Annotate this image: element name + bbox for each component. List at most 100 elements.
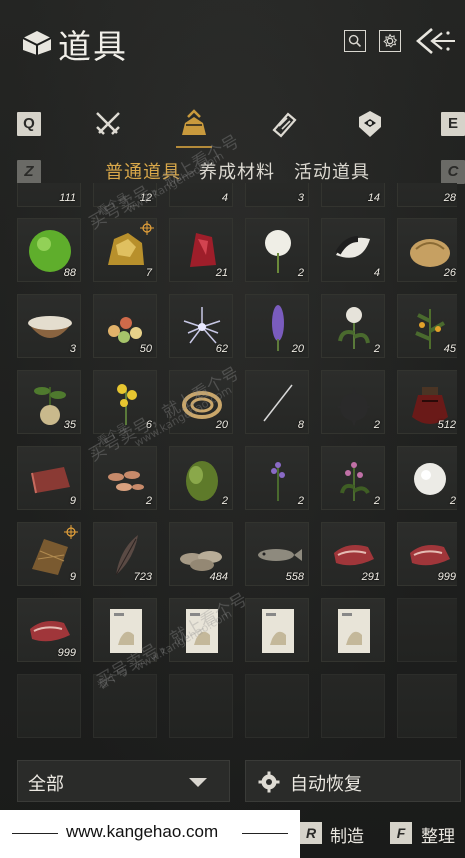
iron-ball-icon [336,387,372,427]
item-quantity: 3 [69,343,76,355]
inventory-slot[interactable] [169,598,233,662]
pink-herb-icon [340,462,370,501]
craft-key[interactable]: R [300,822,322,844]
inventory-slot[interactable]: 26 [397,218,457,282]
inventory-slot[interactable] [93,598,157,662]
settings-button[interactable] [379,30,401,52]
prev-subtab-key[interactable]: Z [17,160,41,184]
inventory-slot[interactable] [321,598,385,662]
inventory-slot[interactable]: 7 [93,218,157,282]
inventory-slot[interactable]: 2 [321,294,385,358]
tab-equipment[interactable] [92,108,124,140]
inventory-slot[interactable]: 45 [397,294,457,358]
subtab-common-items[interactable]: 普通道具 [105,158,181,184]
inventory-slot[interactable]: 4 [169,183,233,207]
item-quantity: 45 [443,343,456,355]
badge-icon [359,111,381,137]
inventory-slot[interactable]: 12 [93,183,157,207]
item-quantity: 558 [285,571,304,583]
gear-icon [258,771,280,793]
inventory-slot[interactable]: 9 [17,522,81,586]
inventory-slot[interactable]: 50 [93,294,157,358]
inventory-slot[interactable]: 14 [321,183,385,207]
inventory-slot[interactable]: 484 [169,522,233,586]
inventory-slot[interactable]: 723 [93,522,157,586]
inventory-slot[interactable] [169,674,233,738]
item-quantity: 484 [209,571,228,583]
auto-recover-button[interactable]: 自动恢复 [245,760,461,802]
next-subtab-key[interactable]: C [441,160,465,184]
inventory-slot[interactable]: 21 [169,218,233,282]
banner-rule-right [242,833,288,834]
item-quantity: 9 [69,571,76,583]
inventory-slot[interactable]: 2 [397,446,457,510]
inventory-slot[interactable]: 28 [397,183,457,207]
inventory-slot[interactable]: 2 [245,218,309,282]
inventory-slot[interactable]: 4 [321,218,385,282]
tab-scrolls[interactable] [268,108,300,140]
inventory-slot[interactable]: 6 [93,370,157,434]
item-quantity: 6 [145,419,152,431]
sort-button[interactable]: 整理 [421,822,455,847]
item-quantity: 14 [367,192,380,204]
gear-icon [383,33,398,48]
header: 道具 [0,0,465,90]
raw-meat-icon [31,467,70,494]
inventory-slot[interactable] [397,674,457,738]
inventory-slot[interactable] [17,674,81,738]
item-quantity: 2 [297,495,304,507]
filter-dropdown[interactable]: 全部 [17,760,230,802]
inventory-slot[interactable]: 2 [321,446,385,510]
subtab-event-items[interactable]: 活动道具 [294,158,370,184]
inventory-slot[interactable]: 558 [245,522,309,586]
inventory-slot[interactable]: 3 [17,294,81,358]
tab-items[interactable] [178,108,210,140]
inventory-slot[interactable]: 2 [169,446,233,510]
inventory-slot[interactable]: 512 [397,370,457,434]
inventory-slot[interactable]: 20 [169,370,233,434]
inventory-slot[interactable]: 111 [17,183,81,207]
back-button[interactable] [412,24,456,58]
scroll-icon [272,112,297,138]
inventory-slot[interactable]: 62 [169,294,233,358]
yellow-flower-icon [117,384,137,425]
white-rose-icon [338,307,370,349]
item-quantity: 20 [215,419,228,431]
inventory-slot[interactable]: 9 [17,446,81,510]
inventory-slot[interactable]: 88 [17,218,81,282]
item-quantity: 4 [373,267,380,279]
search-button[interactable] [344,30,366,52]
inventory-slot[interactable]: 2 [321,370,385,434]
inventory-slot[interactable]: 35 [17,370,81,434]
inventory-slot[interactable] [321,674,385,738]
recipe-card-icon [110,609,142,653]
item-quantity: 723 [133,571,152,583]
inventory-slot[interactable]: 291 [321,522,385,586]
inventory-slot[interactable] [245,674,309,738]
inventory-slot[interactable]: 3 [245,183,309,207]
subtab-training-materials[interactable]: 养成材料 [199,158,275,184]
inventory-slot[interactable]: 20 [245,294,309,358]
inventory-slot[interactable]: 2 [93,446,157,510]
tab-badges[interactable] [354,108,386,140]
inventory-slot[interactable]: 999 [397,522,457,586]
auto-recover-label: 自动恢复 [290,774,362,795]
inventory-slot[interactable] [397,598,457,662]
prev-tab-key[interactable]: Q [17,112,41,136]
sort-key[interactable]: F [390,822,412,844]
item-quantity: 35 [63,419,76,431]
inventory-slot[interactable] [245,598,309,662]
search-icon [348,34,362,48]
item-quantity: 999 [57,647,76,659]
item-quantity: 512 [437,419,456,431]
item-quantity: 12 [139,192,152,204]
item-quantity: 20 [291,343,304,355]
craft-button[interactable]: 制造 [330,822,364,847]
item-quantity: 2 [373,419,380,431]
inventory-slot[interactable] [93,674,157,738]
inventory-slot[interactable]: 999 [17,598,81,662]
inventory-slot[interactable]: 2 [245,446,309,510]
inventory-slot[interactable]: 8 [245,370,309,434]
item-quantity: 2 [221,495,228,507]
next-tab-key[interactable]: E [441,112,465,136]
